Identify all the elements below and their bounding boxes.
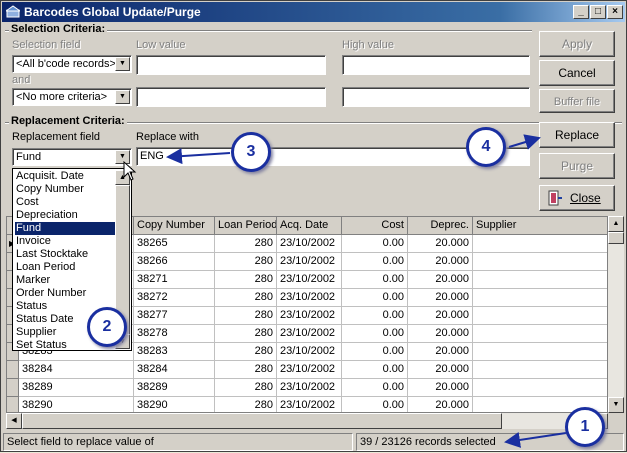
callout-2: 2 [87,307,127,347]
arrow-to-replace-button [508,134,541,150]
callout-3: 3 [231,132,271,172]
arrow-to-replace-with [166,148,231,165]
callout-arrows [166,134,567,448]
main-window: Barcodes Global Update/Purge _ □ × Selec… [0,0,627,452]
callout-1: 1 [565,407,605,447]
arrow-to-record-count [504,432,567,448]
callout-4: 4 [466,127,506,167]
